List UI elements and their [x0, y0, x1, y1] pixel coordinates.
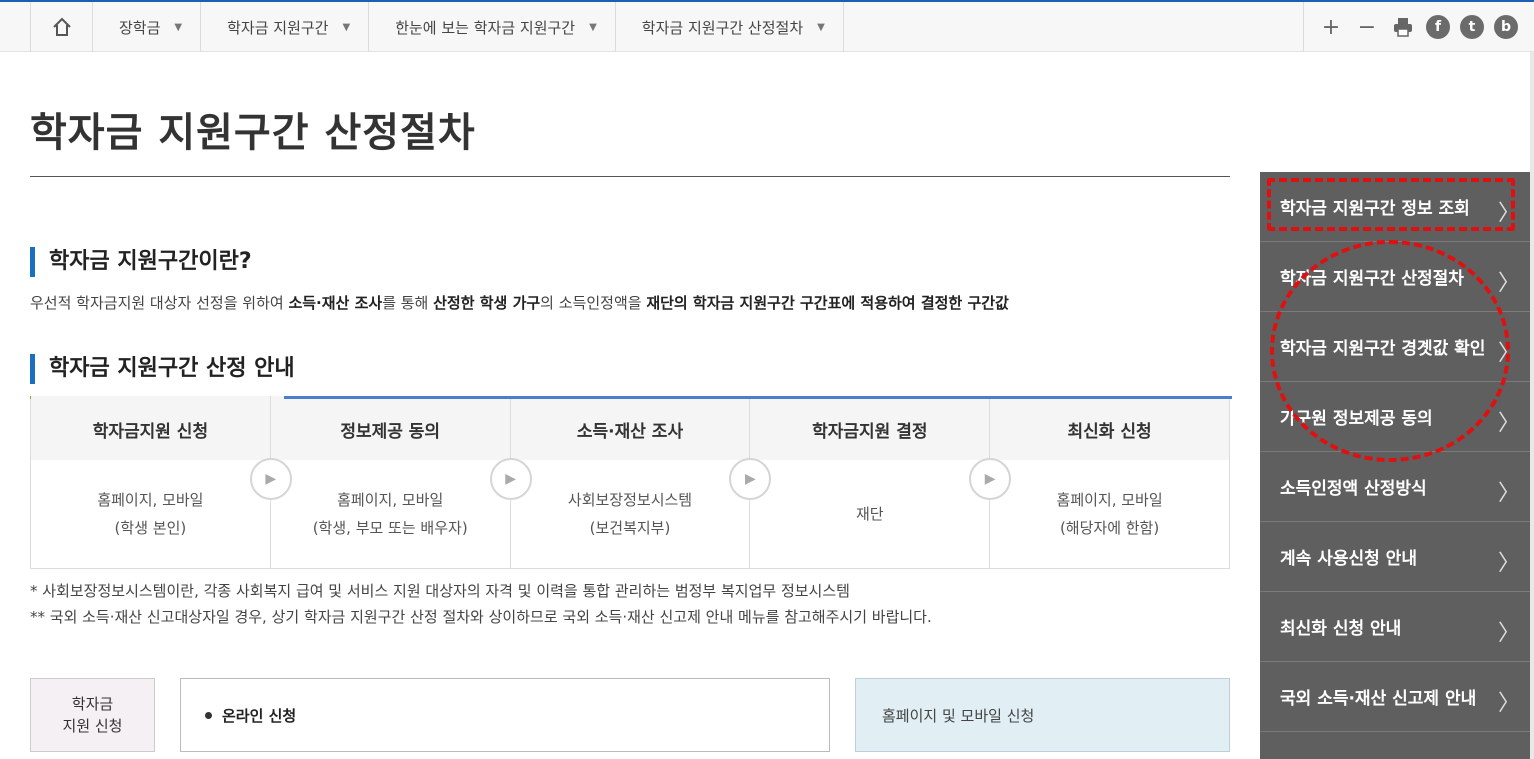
- chevron-right-icon: 〉: [1497, 341, 1520, 366]
- step-body: 사회보장정보시스템 (보건복지부): [511, 460, 750, 568]
- breadcrumb: 장학금 ▼ 학자금 지원구간 ▼ 한눈에 보는 학자금 지원구간 ▼ 학자금 지…: [30, 2, 844, 52]
- chevron-right-icon: 〉: [1497, 411, 1520, 436]
- sidebar-item-household-consent[interactable]: 가구원 정보제공 동의 〉: [1260, 382, 1530, 452]
- sidebar-item-label: 계속 사용신청 안내: [1280, 549, 1417, 569]
- step-title: 학자금지원 신청: [31, 396, 270, 460]
- desc-part: 의 소득인정액을: [540, 294, 647, 312]
- breadcrumb-item-scholarship[interactable]: 장학금 ▼: [93, 2, 202, 52]
- blog-share-button[interactable]: b: [1494, 15, 1518, 39]
- chevron-right-icon: 〉: [1497, 621, 1520, 646]
- chevron-right-icon: 〉: [1497, 551, 1520, 576]
- breadcrumb-item-overview[interactable]: 한눈에 보는 학자금 지원구간 ▼: [369, 2, 616, 52]
- page-tools: + − f t b: [1303, 2, 1518, 52]
- step-line: (학생 본인): [114, 519, 187, 537]
- step-body: 홈페이지, 모바일 (학생, 부모 또는 배우자): [271, 460, 510, 568]
- sidebar-item-overseas-report[interactable]: 국외 소득·재산 신고제 안내 〉: [1260, 662, 1530, 732]
- sidebar-item-continued-use[interactable]: 계속 사용신청 안내 〉: [1260, 522, 1530, 592]
- page-title: 학자금 지원구간 산정절차: [30, 110, 476, 156]
- scrollbar[interactable]: [1530, 52, 1534, 759]
- print-icon: [1394, 18, 1412, 37]
- web-mobile-apply-cell: 홈페이지 및 모바일 신청: [855, 678, 1230, 752]
- apply-label-cell: 학자금 지원 신청: [30, 678, 155, 752]
- twitter-share-button[interactable]: t: [1460, 15, 1484, 39]
- step-line: 홈페이지, 모바일: [1056, 491, 1163, 509]
- step-investigation: 소득·재산 조사 사회보장정보시스템 (보건복지부) ▶: [510, 396, 772, 568]
- step-line: 홈페이지, 모바일: [97, 491, 204, 509]
- breadcrumb-label: 장학금: [119, 18, 161, 37]
- chevron-right-icon: 〉: [1497, 271, 1520, 296]
- step-line: 사회보장정보시스템: [567, 491, 693, 509]
- play-arrow-icon: ▶: [249, 458, 292, 500]
- step-apply: 학자금지원 신청 홈페이지, 모바일 (학생 본인) ▶: [31, 396, 292, 568]
- step-line: (해당자에 한함): [1059, 519, 1160, 537]
- sidebar-item-income-method[interactable]: 소득인정액 산정방식 〉: [1260, 452, 1530, 522]
- footnote-2: ** 국외 소득·재산 신고대상자일 경우, 상기 학자금 지원구간 산정 절차…: [30, 608, 932, 626]
- top-nav-bar: 장학금 ▼ 학자금 지원구간 ▼ 한눈에 보는 학자금 지원구간 ▼ 학자금 지…: [0, 0, 1534, 52]
- footnote-1: * 사회보장정보시스템이란, 각종 사회복지 급여 및 서비스 지원 대상자의 …: [30, 582, 850, 600]
- step-body: 홈페이지, 모바일 (해당자에 한함): [990, 460, 1229, 568]
- home-button[interactable]: [31, 2, 93, 52]
- zoom-out-button[interactable]: −: [1354, 14, 1380, 40]
- breadcrumb-label: 학자금 지원구간 산정절차: [641, 18, 804, 37]
- facebook-share-button[interactable]: f: [1426, 15, 1450, 39]
- chevron-right-icon: 〉: [1497, 201, 1520, 226]
- chevron-right-icon: 〉: [1497, 691, 1520, 716]
- sidebar-item-label: 학자금 지원구간 정보 조회: [1280, 199, 1470, 219]
- sidebar-item-info-lookup[interactable]: 학자금 지원구간 정보 조회 〉: [1260, 172, 1530, 242]
- caret-down-icon: ▼: [342, 21, 351, 33]
- step-body: 홈페이지, 모바일 (학생 본인): [31, 460, 270, 568]
- apply-label-line: 학자금: [71, 695, 114, 713]
- step-update: 최신화 신청 홈페이지, 모바일 (해당자에 한함): [990, 396, 1229, 568]
- desc-bold: 산정한 학생 가구: [433, 294, 541, 312]
- title-divider: [30, 176, 1230, 177]
- step-title: 최신화 신청: [990, 396, 1229, 460]
- step-title: 정보제공 동의: [270, 396, 510, 460]
- sidebar-item-label: 가구원 정보제공 동의: [1280, 409, 1433, 429]
- sidebar-item-label: 최신화 신청 안내: [1280, 619, 1402, 639]
- online-apply-cell: 온라인 신청: [180, 678, 830, 752]
- play-arrow-icon: ▶: [489, 458, 532, 500]
- sidebar-item-label: 학자금 지원구간 산정절차: [1280, 269, 1464, 289]
- breadcrumb-label: 한눈에 보는 학자금 지원구간: [395, 18, 576, 37]
- online-apply-label: 온라인 신청: [222, 706, 297, 725]
- step-line: 재단: [855, 505, 884, 523]
- apply-label-line: 지원 신청: [62, 717, 123, 735]
- step-line: 홈페이지, 모바일: [337, 491, 444, 509]
- chevron-right-icon: 〉: [1497, 481, 1520, 506]
- sidebar-item-procedure[interactable]: 학자금 지원구간 산정절차 〉: [1260, 242, 1530, 312]
- desc-bold: 소득·재산 조사: [288, 294, 383, 312]
- procedure-steps: 학자금지원 신청 홈페이지, 모바일 (학생 본인) ▶ 정보제공 동의 홈페이…: [30, 396, 1232, 569]
- caret-down-icon: ▼: [817, 21, 825, 33]
- breadcrumb-item-support-range[interactable]: 학자금 지원구간 ▼: [201, 2, 370, 52]
- step-consent: 정보제공 동의 홈페이지, 모바일 (학생, 부모 또는 배우자) ▶: [270, 396, 532, 568]
- sidebar-item-boundary-check[interactable]: 학자금 지원구간 경곗값 확인 〉: [1260, 312, 1530, 382]
- sidebar-item-label: 소득인정액 산정방식: [1280, 479, 1427, 499]
- sidebar-item-update-guide[interactable]: 최신화 신청 안내 〉: [1260, 592, 1530, 662]
- section-title-definition: 학자금 지원구간이란?: [30, 247, 252, 277]
- sidebar-menu: 학자금 지원구간 정보 조회 〉 학자금 지원구간 산정절차 〉 학자금 지원구…: [1260, 172, 1530, 759]
- sidebar-item-label: 국외 소득·재산 신고제 안내: [1280, 689, 1477, 709]
- breadcrumb-item-procedure[interactable]: 학자금 지원구간 산정절차 ▼: [616, 2, 844, 52]
- desc-bold: 재단의 학자금 지원구간 구간표에 적용하여 결정한 구간값: [646, 294, 1009, 312]
- step-line: (학생, 부모 또는 배우자): [312, 519, 468, 537]
- caret-down-icon: ▼: [589, 21, 597, 33]
- play-arrow-icon: ▶: [969, 458, 1012, 500]
- step-decision: 학자금지원 결정 재단 ▶: [750, 396, 1012, 568]
- print-button[interactable]: [1390, 14, 1416, 40]
- zoom-in-button[interactable]: +: [1318, 14, 1344, 40]
- step-body: 재단: [750, 460, 989, 568]
- home-icon: [52, 17, 71, 36]
- sidebar-item-partial[interactable]: [1260, 732, 1530, 759]
- step-title: 학자금지원 결정: [750, 396, 990, 460]
- definition-text: 우선적 학자금지원 대상자 선정을 위하여 소득·재산 조사를 통해 산정한 학…: [30, 292, 1009, 313]
- step-line: (보건복지부): [589, 519, 671, 537]
- desc-part: 를 통해: [382, 294, 434, 312]
- desc-part: 우선적 학자금지원 대상자 선정을 위하여: [30, 294, 289, 312]
- step-title: 소득·재산 조사: [510, 396, 750, 460]
- sidebar-item-label: 학자금 지원구간 경곗값 확인: [1280, 339, 1486, 359]
- breadcrumb-label: 학자금 지원구간: [227, 18, 329, 37]
- section-title-guide: 학자금 지원구간 산정 안내: [30, 354, 295, 384]
- caret-down-icon: ▼: [174, 21, 183, 33]
- bullet-icon: [205, 711, 212, 719]
